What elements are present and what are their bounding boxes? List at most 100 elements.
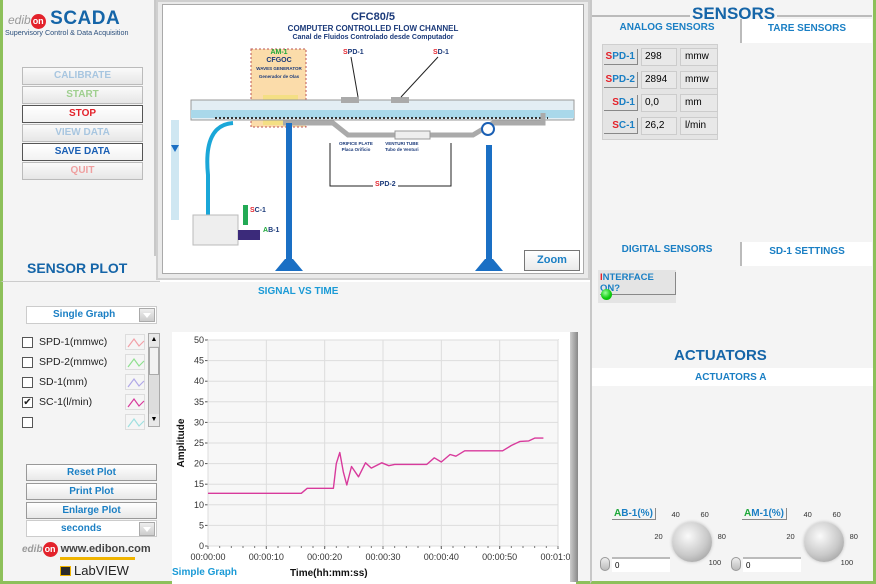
actuator-value[interactable]: 0 <box>743 556 801 572</box>
y-tick-label: 30 <box>194 417 204 427</box>
sensor-value: 2894 <box>641 71 677 89</box>
view-data-button[interactable]: VIEW DATA <box>22 124 143 142</box>
ab1-diagram-label: AB-1 <box>263 227 280 234</box>
waves-generator-en: WAVES GENERATOR <box>256 66 302 71</box>
tab-sd1-settings[interactable]: SD-1 SETTINGS <box>740 242 872 266</box>
spinner-icon[interactable] <box>731 557 741 571</box>
sd1-sensor <box>391 97 409 103</box>
support-leg-left <box>286 123 292 263</box>
actuator-value[interactable]: 0 <box>612 556 670 572</box>
interface-led-icon <box>601 289 612 300</box>
actuator-numeric-input[interactable]: 0 <box>600 556 670 572</box>
print-plot-button[interactable]: Print Plot <box>26 483 157 500</box>
x-tick-label: 00:00:30 <box>365 552 400 562</box>
start-button[interactable]: START <box>22 86 143 104</box>
actuator-knob[interactable] <box>672 522 712 562</box>
logo-edibon-text: edib <box>8 13 31 27</box>
plot-color-swatch-icon[interactable] <box>125 354 145 370</box>
graph-type-label: Simple Graph <box>172 567 238 578</box>
interface-indicator: INTERFACE ON? <box>598 270 676 303</box>
x-tick-label: 00:00:00 <box>190 552 225 562</box>
plot-color-swatch-icon[interactable] <box>125 334 145 350</box>
knob-tick-label: 80 <box>849 532 858 542</box>
knob-tick-label: 20 <box>786 532 795 542</box>
legend-checkbox[interactable] <box>22 336 33 348</box>
scroll-thumb[interactable] <box>149 347 159 375</box>
knob-tick-label: 100 <box>708 558 722 568</box>
actuator-numeric-input[interactable]: 0 <box>731 556 801 572</box>
stop-button[interactable]: STOP <box>22 105 143 123</box>
reset-plot-button[interactable]: Reset Plot <box>26 464 157 481</box>
knob-tick-label: 40 <box>803 510 812 520</box>
knob-tick-label: 80 <box>717 532 726 542</box>
y-tick-label: 10 <box>194 500 204 510</box>
flow-channel-drawing <box>171 48 575 271</box>
labview-text: LabVIEW <box>74 563 129 578</box>
graph-mode-dropdown[interactable]: Single Graph <box>26 306 157 324</box>
legend-scrollbar[interactable]: ▲ ▼ <box>148 333 160 427</box>
enlarge-plot-button[interactable]: Enlarge Plot <box>26 502 157 519</box>
signal-vs-time-title: SIGNAL VS TIME <box>258 286 339 297</box>
chevron-down-icon[interactable] <box>139 308 155 322</box>
quit-button[interactable]: QUIT <box>22 162 143 180</box>
knob-tick-label: 20 <box>654 532 663 542</box>
sensor-label: SPD-1 <box>604 49 638 65</box>
venturi-tube <box>394 130 431 140</box>
plot-color-swatch-icon[interactable] <box>125 414 145 430</box>
plot-color-swatch-icon[interactable] <box>125 374 145 390</box>
x-tick-label: 00:00:20 <box>307 552 342 562</box>
logo-scada-text: SCADA <box>50 8 121 29</box>
x-axis-label: Time(hh:mm:ss) <box>290 568 368 579</box>
legend-item: SD-1(mm) <box>22 373 87 391</box>
cfgoc-label: CFGOC <box>266 57 292 64</box>
y-tick-label: 35 <box>194 397 204 407</box>
flow-meter <box>243 205 248 225</box>
signal-chart: 0 5 10 15 20 25 30 35 40 45 50 00:00:00 00:00:10 00:0… <box>172 332 576 584</box>
logo-edibon-text: edib <box>22 544 43 555</box>
actuator-label: AB-1(%) <box>612 508 656 520</box>
legend-checkbox[interactable] <box>22 376 33 388</box>
logo-on-badge: on <box>30 14 46 29</box>
time-unit-dropdown[interactable]: seconds <box>26 520 157 537</box>
support-foot-left <box>275 259 303 271</box>
chart-scrollbar[interactable] <box>570 332 578 582</box>
legend-item: SPD-1(mmwc) <box>22 333 107 351</box>
chevron-down-icon[interactable] <box>139 522 155 536</box>
scroll-up-icon[interactable]: ▲ <box>149 334 159 346</box>
am1-label: AM-1 <box>270 49 288 56</box>
y-tick-label: 40 <box>194 376 204 386</box>
spd1-pointer <box>350 56 359 98</box>
y-tick-label: 15 <box>194 479 204 489</box>
spd1-diagram-label: SPD-1 <box>343 49 364 56</box>
tab-tare-sensors[interactable]: TARE SENSORS <box>740 19 872 43</box>
legend-label: SPD-2(mmwc) <box>39 356 108 368</box>
legend-item <box>22 413 39 431</box>
x-tick-label: 00:00:40 <box>424 552 459 562</box>
y-axis-label: Amplitude <box>176 418 187 467</box>
y-tick-label: 5 <box>199 520 204 530</box>
drain-column <box>171 120 179 220</box>
sensor-label: SD-1 <box>604 95 638 111</box>
legend-item: SPD-2(mmwc) <box>22 353 107 371</box>
y-tick-label: 45 <box>194 356 204 366</box>
spinner-icon[interactable] <box>600 557 610 571</box>
scroll-down-icon[interactable]: ▼ <box>149 414 159 426</box>
legend-label: SD-1(mm) <box>39 376 88 388</box>
spd2-diagram-label: SPD-2 <box>373 181 398 188</box>
x-tick-label: 00:00:50 <box>482 552 517 562</box>
zoom-button[interactable]: Zoom <box>524 250 580 271</box>
sensor-plot-tab[interactable]: SENSOR PLOT <box>0 256 160 282</box>
actuator-knob[interactable] <box>804 522 844 562</box>
edibon-website: edib on www.edibon.com <box>22 542 151 557</box>
sensor-value: 0,0 <box>641 94 677 112</box>
am1-label-block: AM-1 CFGOC WAVES GENERATOR Generador de … <box>255 49 303 81</box>
sensor-value: 298 <box>641 48 677 66</box>
legend-checkbox[interactable] <box>22 356 33 368</box>
tab-digital-sensors[interactable]: DIGITAL SENSORS <box>594 240 740 264</box>
save-data-button[interactable]: SAVE DATA <box>22 143 143 161</box>
calibrate-button[interactable]: CALIBRATE <box>22 67 143 85</box>
plot-color-swatch-icon[interactable] <box>125 394 145 410</box>
legend-checkbox[interactable] <box>22 416 33 428</box>
legend-checkbox[interactable]: ✔ <box>22 396 33 408</box>
tab-analog-sensors[interactable]: ANALOG SENSORS <box>594 18 740 42</box>
